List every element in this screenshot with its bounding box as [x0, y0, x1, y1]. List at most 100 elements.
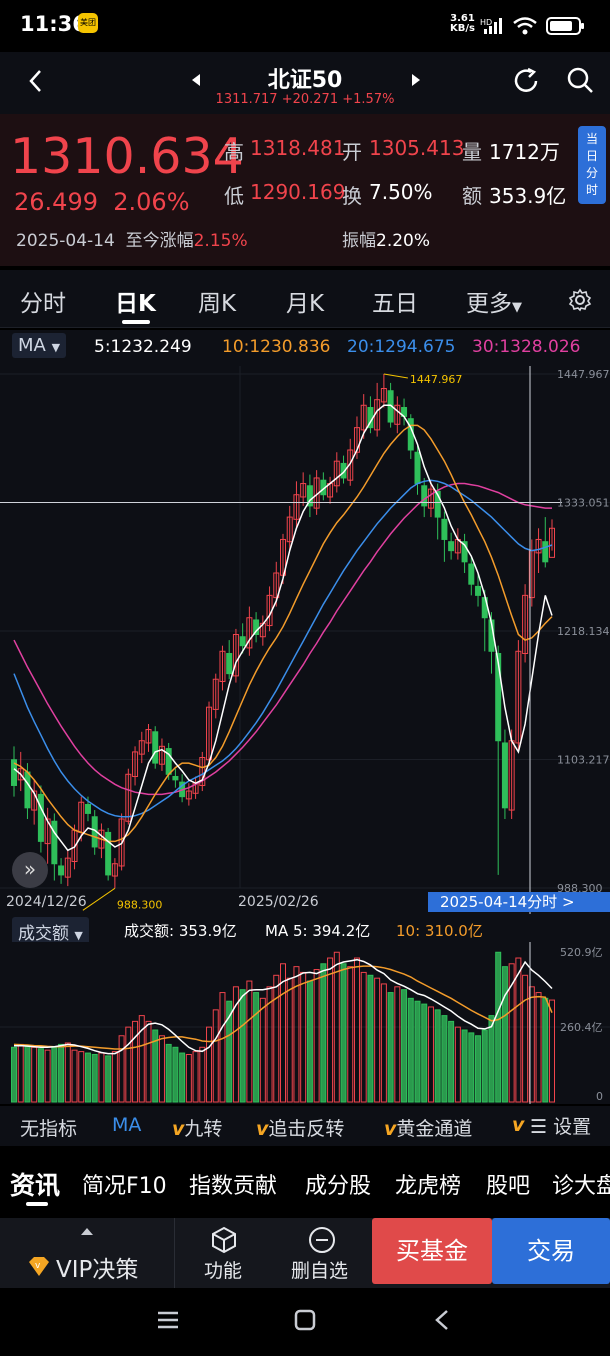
volume-svg: 520.9亿 260.4亿 0 — [0, 942, 610, 1104]
kline-chart[interactable]: 1447.967 1333.051 1218.134 1103.217 988.300 1… — [0, 366, 610, 914]
volume-bar — [145, 1020, 152, 1103]
vol-y-tick: 520.9亿 — [560, 946, 603, 959]
ma30-line — [13, 482, 552, 796]
volume-bar — [407, 997, 414, 1103]
info-tab-components[interactable]: 成分股 — [305, 1168, 371, 1200]
indicator-settings[interactable]: ☰ 设置 — [526, 1112, 610, 1140]
next-stock-icon[interactable] — [410, 72, 422, 88]
back-nav-icon[interactable] — [432, 1308, 452, 1332]
search-icon[interactable] — [566, 66, 596, 96]
network-speed: 3.61 KB/s — [450, 13, 475, 34]
y-tick-label: 1103.217 — [557, 753, 610, 766]
volume-bar — [199, 1046, 206, 1103]
battery-icon — [546, 17, 584, 35]
info-tab-forum[interactable]: 股吧 — [486, 1168, 530, 1200]
volume-bar — [165, 1043, 172, 1103]
intraday-button[interactable]: 当日分时 — [578, 126, 606, 204]
candle-body — [441, 518, 448, 540]
volume-bar — [91, 1053, 98, 1103]
vip-label: VIP决策 — [56, 1257, 139, 1283]
volume-bar — [353, 957, 360, 1103]
menu-icon[interactable] — [156, 1308, 180, 1332]
candle-body — [475, 585, 482, 596]
volume-bar — [125, 1026, 132, 1103]
min-pointer — [82, 887, 116, 911]
volume-bar — [481, 1029, 488, 1103]
candle-body — [37, 793, 44, 842]
amount-value: 353.9亿 — [489, 184, 567, 208]
vol-value: 1712万 — [489, 140, 560, 164]
volume-bar — [421, 1003, 428, 1103]
indicator-nine[interactable]: v九转 — [172, 1114, 222, 1141]
quote-date: 2025-04-14 — [16, 231, 115, 251]
refresh-icon[interactable] — [512, 66, 542, 96]
indicator-ma[interactable]: MA — [112, 1114, 141, 1136]
volume-bar — [488, 1015, 495, 1103]
info-tab-diagnose[interactable]: 诊大盘 — [552, 1168, 610, 1200]
indicator-none[interactable]: 无指标 — [20, 1114, 77, 1141]
volume-bar — [515, 957, 522, 1103]
volume-bar — [58, 1043, 65, 1103]
tab-monthly-k[interactable]: 月K — [286, 284, 324, 318]
ma-selector[interactable]: MA ▼ — [12, 333, 67, 358]
vip-button[interactable]: v VIP决策 — [26, 1250, 138, 1284]
remove-watchlist-button[interactable]: 删自选 — [291, 1256, 348, 1283]
tab-daily-k[interactable]: 日K — [115, 284, 156, 318]
info-tab-dragon-tiger[interactable]: 龙虎榜 — [395, 1168, 461, 1200]
ma-bar: MA ▼ 5:1232.249 10:1230.836 20:1294.675 … — [0, 330, 610, 366]
volume-bar — [461, 1029, 468, 1103]
volume-bar — [273, 974, 280, 1103]
kline-svg: 1447.967 1333.051 1218.134 1103.217 988.300 1… — [0, 366, 610, 914]
high-value: 1318.481 — [250, 136, 346, 160]
remove-watch-icon — [309, 1227, 335, 1253]
since-info: 2025-04-14 至今涨幅2.15% — [16, 231, 248, 251]
last-price: 1310.634 — [10, 128, 244, 185]
settings-gear-icon[interactable] — [568, 288, 592, 312]
volume-bar — [71, 1049, 78, 1103]
buy-fund-button[interactable]: 买基金 — [372, 1218, 492, 1284]
nav-change: +20.271 — [281, 92, 339, 107]
volume-bar — [111, 1051, 118, 1103]
tab-more[interactable]: 更多▼ — [466, 284, 522, 318]
tab-five-day[interactable]: 五日 — [372, 284, 418, 318]
home-icon[interactable] — [293, 1308, 317, 1332]
tab-intraday[interactable]: 分时 — [20, 284, 66, 318]
info-tab-news[interactable]: 资讯 — [10, 1166, 60, 1202]
crosshair-date-label[interactable]: 2025-04-14分时 > — [428, 892, 610, 912]
candle-body — [226, 653, 233, 675]
volume-amount: 成交额: 353.9亿 — [124, 922, 237, 940]
trade-button[interactable]: 交易 — [492, 1218, 610, 1284]
open-label: 开 — [342, 140, 362, 164]
volume-bar — [427, 1006, 434, 1103]
amount-label: 额 — [462, 184, 482, 208]
tab-weekly-k[interactable]: 周K — [198, 284, 236, 318]
volume-bar — [300, 971, 307, 1103]
y-tick-label: 1447.967 — [557, 368, 610, 381]
function-button[interactable]: 功能 — [204, 1256, 242, 1283]
info-tab-f10[interactable]: 简况F10 — [82, 1168, 167, 1200]
volume-bar — [172, 1046, 179, 1103]
info-tab-contribution[interactable]: 指数贡献 — [189, 1168, 277, 1200]
amp-info: 振幅2.20% — [342, 231, 431, 251]
volume-bar — [434, 1009, 441, 1103]
y-tick-label: 1333.051 — [557, 496, 610, 509]
ma20-value: 20:1294.675 — [347, 337, 456, 357]
volume-bar — [367, 974, 374, 1103]
volume-chart[interactable]: 520.9亿 260.4亿 0 — [0, 942, 610, 1104]
indicator-chase[interactable]: v追击反转 — [256, 1114, 344, 1141]
function-cube-icon — [212, 1226, 236, 1254]
volume-bar — [522, 974, 529, 1103]
volume-bar — [401, 989, 408, 1103]
volume-bar — [542, 997, 549, 1103]
ma20-line — [13, 479, 553, 818]
expand-sidebar-icon[interactable]: » — [12, 852, 48, 888]
min-label: 988.300 — [117, 898, 163, 911]
vol-y-tick: 260.4亿 — [560, 1021, 603, 1034]
volume-bar — [280, 963, 286, 1103]
indicator-gold[interactable]: v黄金通道 — [384, 1114, 472, 1141]
bottom-action-bar: v VIP决策 功能 删自选 买基金 交易 — [0, 1218, 610, 1288]
volume-bar — [44, 1049, 51, 1103]
active-tab-indicator — [122, 320, 150, 324]
expand-up-icon[interactable] — [80, 1226, 94, 1236]
volume-bar — [78, 1051, 85, 1103]
